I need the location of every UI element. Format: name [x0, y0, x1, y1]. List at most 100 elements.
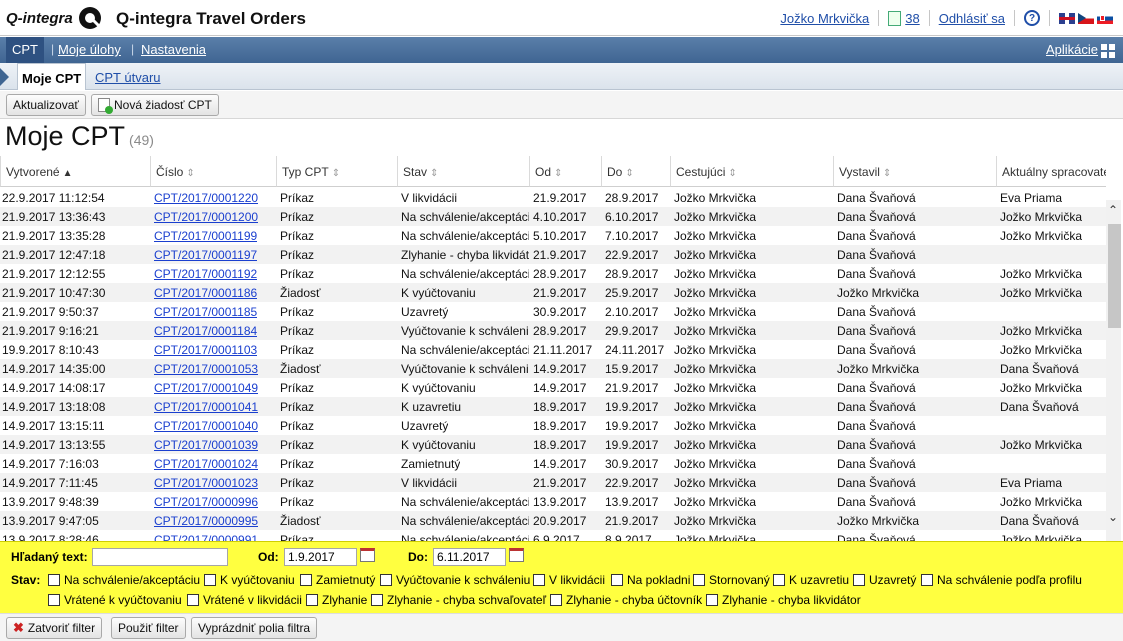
logout-link[interactable]: Odhlásiť sa: [939, 11, 1005, 26]
state-checkbox[interactable]: K vyúčtovaniu: [204, 573, 295, 587]
state-checkbox[interactable]: Na pokladni: [611, 573, 690, 587]
cpt-number-link[interactable]: CPT/2017/0000996: [154, 495, 258, 509]
table-row[interactable]: 21.9.2017 13:35:28 CPT/2017/0001199 Príkaz…: [0, 226, 1106, 245]
table-row[interactable]: 22.9.2017 11:12:54 CPT/2017/0001220 Príkaz…: [0, 188, 1106, 207]
state-checkbox[interactable]: Zlyhanie - chyba schvaľovateľ: [371, 593, 546, 607]
state-checkbox[interactable]: V likvidácii: [533, 573, 605, 587]
table-row[interactable]: 14.9.2017 13:15:11 CPT/2017/0001040 Príkaz…: [0, 416, 1106, 435]
sort-icon[interactable]: ⇕: [332, 168, 340, 179]
cpt-number-link[interactable]: CPT/2017/0001185: [154, 305, 257, 319]
nav-item-cpt[interactable]: CPT: [6, 37, 44, 63]
scroll-up-icon[interactable]: ⌃: [1108, 203, 1118, 217]
cpt-number-link[interactable]: CPT/2017/0001053: [154, 362, 258, 376]
checkbox-box[interactable]: [300, 574, 312, 586]
tab-cpt-utvaru[interactable]: CPT útvaru: [95, 70, 161, 85]
checkbox-box[interactable]: [550, 594, 562, 606]
column-header-issuer[interactable]: Vystavil ⇕: [833, 156, 996, 187]
table-row[interactable]: 13.9.2017 8:28:46 CPT/2017/0000991 Príkaz N…: [0, 530, 1106, 541]
scroll-thumb[interactable]: [1108, 224, 1121, 328]
column-header-state[interactable]: Stav ⇕: [397, 156, 529, 187]
sort-icon[interactable]: ⇕: [728, 168, 736, 179]
column-header-created[interactable]: Vytvorené ▲: [0, 156, 150, 187]
table-row[interactable]: 14.9.2017 14:08:17 CPT/2017/0001049 Príkaz…: [0, 378, 1106, 397]
cpt-number-link[interactable]: CPT/2017/0001220: [154, 191, 258, 205]
column-header-number[interactable]: Číslo ⇕: [150, 156, 276, 187]
calendar-icon[interactable]: [360, 548, 375, 562]
table-row[interactable]: 14.9.2017 7:16:03 CPT/2017/0001024 Príkaz Z…: [0, 454, 1106, 473]
state-checkbox[interactable]: Vrátené v likvidácii: [187, 593, 302, 607]
cpt-number-link[interactable]: CPT/2017/0001023: [154, 476, 258, 490]
vertical-scrollbar[interactable]: ⌃ ⌄: [1106, 200, 1121, 541]
cpt-number-link[interactable]: CPT/2017/0001103: [154, 343, 257, 357]
state-checkbox[interactable]: Zlyhanie: [306, 593, 367, 607]
cpt-number-link[interactable]: CPT/2017/0000995: [154, 514, 258, 528]
date-to-input[interactable]: [433, 548, 506, 566]
state-checkbox[interactable]: Na schválenie podľa profilu: [921, 573, 1082, 587]
table-row[interactable]: 13.9.2017 9:47:05 CPT/2017/0000995 Žiadosť…: [0, 511, 1106, 530]
sort-icon[interactable]: ⇕: [554, 168, 562, 179]
state-checkbox[interactable]: Vyúčtovanie k schváleniu: [380, 573, 530, 587]
column-header-type[interactable]: Typ CPT ⇕: [276, 156, 397, 187]
table-row[interactable]: 21.9.2017 12:47:18 CPT/2017/0001197 Príkaz…: [0, 245, 1106, 264]
cpt-number-link[interactable]: CPT/2017/0001024: [154, 457, 258, 471]
column-header-current-handler[interactable]: Aktuálny spracovateľ⇕: [996, 156, 1106, 187]
column-header-from[interactable]: Od ⇕: [529, 156, 601, 187]
tab-moje-cpt[interactable]: Moje CPT: [17, 63, 87, 90]
clear-filter-button[interactable]: Vyprázdniť polia filtra: [191, 617, 318, 639]
state-checkbox[interactable]: Stornovaný: [693, 573, 770, 587]
sort-icon[interactable]: ⇕: [625, 168, 633, 179]
calendar-icon[interactable]: [509, 548, 524, 562]
table-row[interactable]: 21.9.2017 9:50:37 CPT/2017/0001185 Príkaz U…: [0, 302, 1106, 321]
checkbox-box[interactable]: [693, 574, 705, 586]
sort-icon[interactable]: ⇕: [186, 168, 194, 179]
table-row[interactable]: 19.9.2017 8:10:43 CPT/2017/0001103 Príkaz N…: [0, 340, 1106, 359]
table-row[interactable]: 14.9.2017 14:35:00 CPT/2017/0001053 Žiados…: [0, 359, 1106, 378]
state-checkbox[interactable]: Zlyhanie - chyba likvidátor: [706, 593, 861, 607]
checkbox-box[interactable]: [611, 574, 623, 586]
apps-grid-icon[interactable]: [1101, 44, 1115, 58]
checkbox-box[interactable]: [204, 574, 216, 586]
table-row[interactable]: 14.9.2017 13:18:08 CPT/2017/0001041 Príkaz…: [0, 397, 1106, 416]
checkbox-box[interactable]: [706, 594, 718, 606]
sort-icon[interactable]: ⇕: [883, 168, 891, 179]
table-row[interactable]: 21.9.2017 13:36:43 CPT/2017/0001200 Príkaz…: [0, 207, 1106, 226]
cpt-number-link[interactable]: CPT/2017/0001184: [154, 324, 257, 338]
search-text-input[interactable]: [92, 548, 228, 566]
date-from-input[interactable]: [284, 548, 357, 566]
checkbox-box[interactable]: [921, 574, 933, 586]
cpt-number-link[interactable]: CPT/2017/0001186: [154, 286, 257, 300]
nav-item-nastavenia[interactable]: Nastavenia: [141, 42, 206, 57]
cpt-number-link[interactable]: CPT/2017/0001040: [154, 419, 258, 433]
tasks-count-link[interactable]: 38: [905, 11, 919, 26]
apply-filter-button[interactable]: Použiť filter: [111, 617, 186, 639]
checkbox-box[interactable]: [773, 574, 785, 586]
nav-item-moje-ulohy[interactable]: Moje úlohy: [58, 42, 121, 57]
new-request-button[interactable]: Nová žiadosť CPT: [91, 94, 219, 116]
checkbox-box[interactable]: [380, 574, 392, 586]
cpt-number-link[interactable]: CPT/2017/0001041: [154, 400, 258, 414]
help-icon[interactable]: ?: [1024, 10, 1040, 26]
refresh-button[interactable]: Aktualizovať: [6, 94, 86, 116]
cpt-number-link[interactable]: CPT/2017/0001199: [154, 229, 257, 243]
table-row[interactable]: 21.9.2017 12:12:55 CPT/2017/0001192 Príkaz…: [0, 264, 1106, 283]
cpt-number-link[interactable]: CPT/2017/0000991: [154, 533, 258, 541]
user-link[interactable]: Jožko Mrkvička: [780, 11, 869, 26]
column-header-to[interactable]: Do ⇕: [601, 156, 670, 187]
cpt-number-link[interactable]: CPT/2017/0001192: [154, 267, 257, 281]
checkbox-box[interactable]: [187, 594, 199, 606]
checkbox-box[interactable]: [371, 594, 383, 606]
cz-flag-icon[interactable]: [1078, 12, 1094, 24]
sort-icon[interactable]: ⇕: [430, 168, 438, 179]
state-checkbox[interactable]: K uzavretiu: [773, 573, 849, 587]
cpt-number-link[interactable]: CPT/2017/0001049: [154, 381, 258, 395]
state-checkbox[interactable]: Zlyhanie - chyba účtovník: [550, 593, 702, 607]
state-checkbox[interactable]: Na schválenie/akceptáciu: [48, 573, 200, 587]
checkbox-box[interactable]: [853, 574, 865, 586]
cpt-number-link[interactable]: CPT/2017/0001039: [154, 438, 258, 452]
close-filter-button[interactable]: ✖ Zatvoriť filter: [6, 617, 103, 639]
state-checkbox[interactable]: Vrátené k vyúčtovaniu: [48, 593, 182, 607]
gb-flag-icon[interactable]: [1059, 12, 1075, 24]
tasks-icon[interactable]: [888, 10, 902, 26]
cpt-number-link[interactable]: CPT/2017/0001200: [154, 210, 258, 224]
applications-link[interactable]: Aplikácie: [1046, 42, 1098, 57]
